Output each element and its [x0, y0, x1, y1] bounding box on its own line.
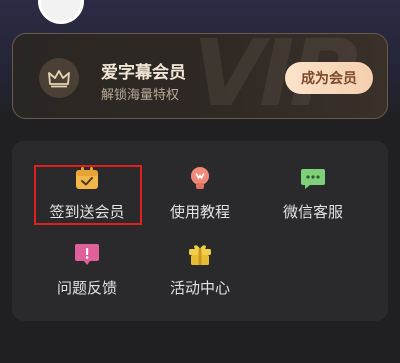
vip-title: 爱字幕会员: [101, 63, 186, 83]
crown-icon: [39, 58, 79, 98]
become-member-button[interactable]: 成为会员: [285, 62, 373, 94]
menu-item-tutorial[interactable]: 使用教程: [145, 165, 255, 227]
vip-card[interactable]: VIP 爱字幕会员 解锁海量特权 成为会员: [12, 33, 388, 119]
menu-item-feedback[interactable]: 问题反馈: [32, 241, 142, 303]
feedback-icon: [75, 244, 99, 265]
service-menu: 签到送会员 使用教程 微信客服 问题反馈 活动中心: [12, 141, 388, 321]
menu-item-checkin[interactable]: 签到送会员: [32, 165, 142, 227]
chat-bubble-icon: [301, 169, 325, 189]
lightbulb-icon: [191, 167, 209, 189]
menu-item-label: 使用教程: [169, 203, 230, 221]
menu-item-label: 微信客服: [282, 203, 343, 221]
menu-item-label: 问题反馈: [56, 279, 117, 297]
vip-subtitle: 解锁海量特权: [101, 88, 180, 103]
calendar-check-icon: [76, 167, 98, 189]
gift-icon: [189, 245, 211, 265]
menu-item-label: 活动中心: [169, 279, 230, 297]
menu-item-activity-center[interactable]: 活动中心: [145, 241, 255, 303]
menu-item-wechat-service[interactable]: 微信客服: [258, 165, 368, 227]
menu-item-label: 签到送会员: [49, 203, 125, 221]
